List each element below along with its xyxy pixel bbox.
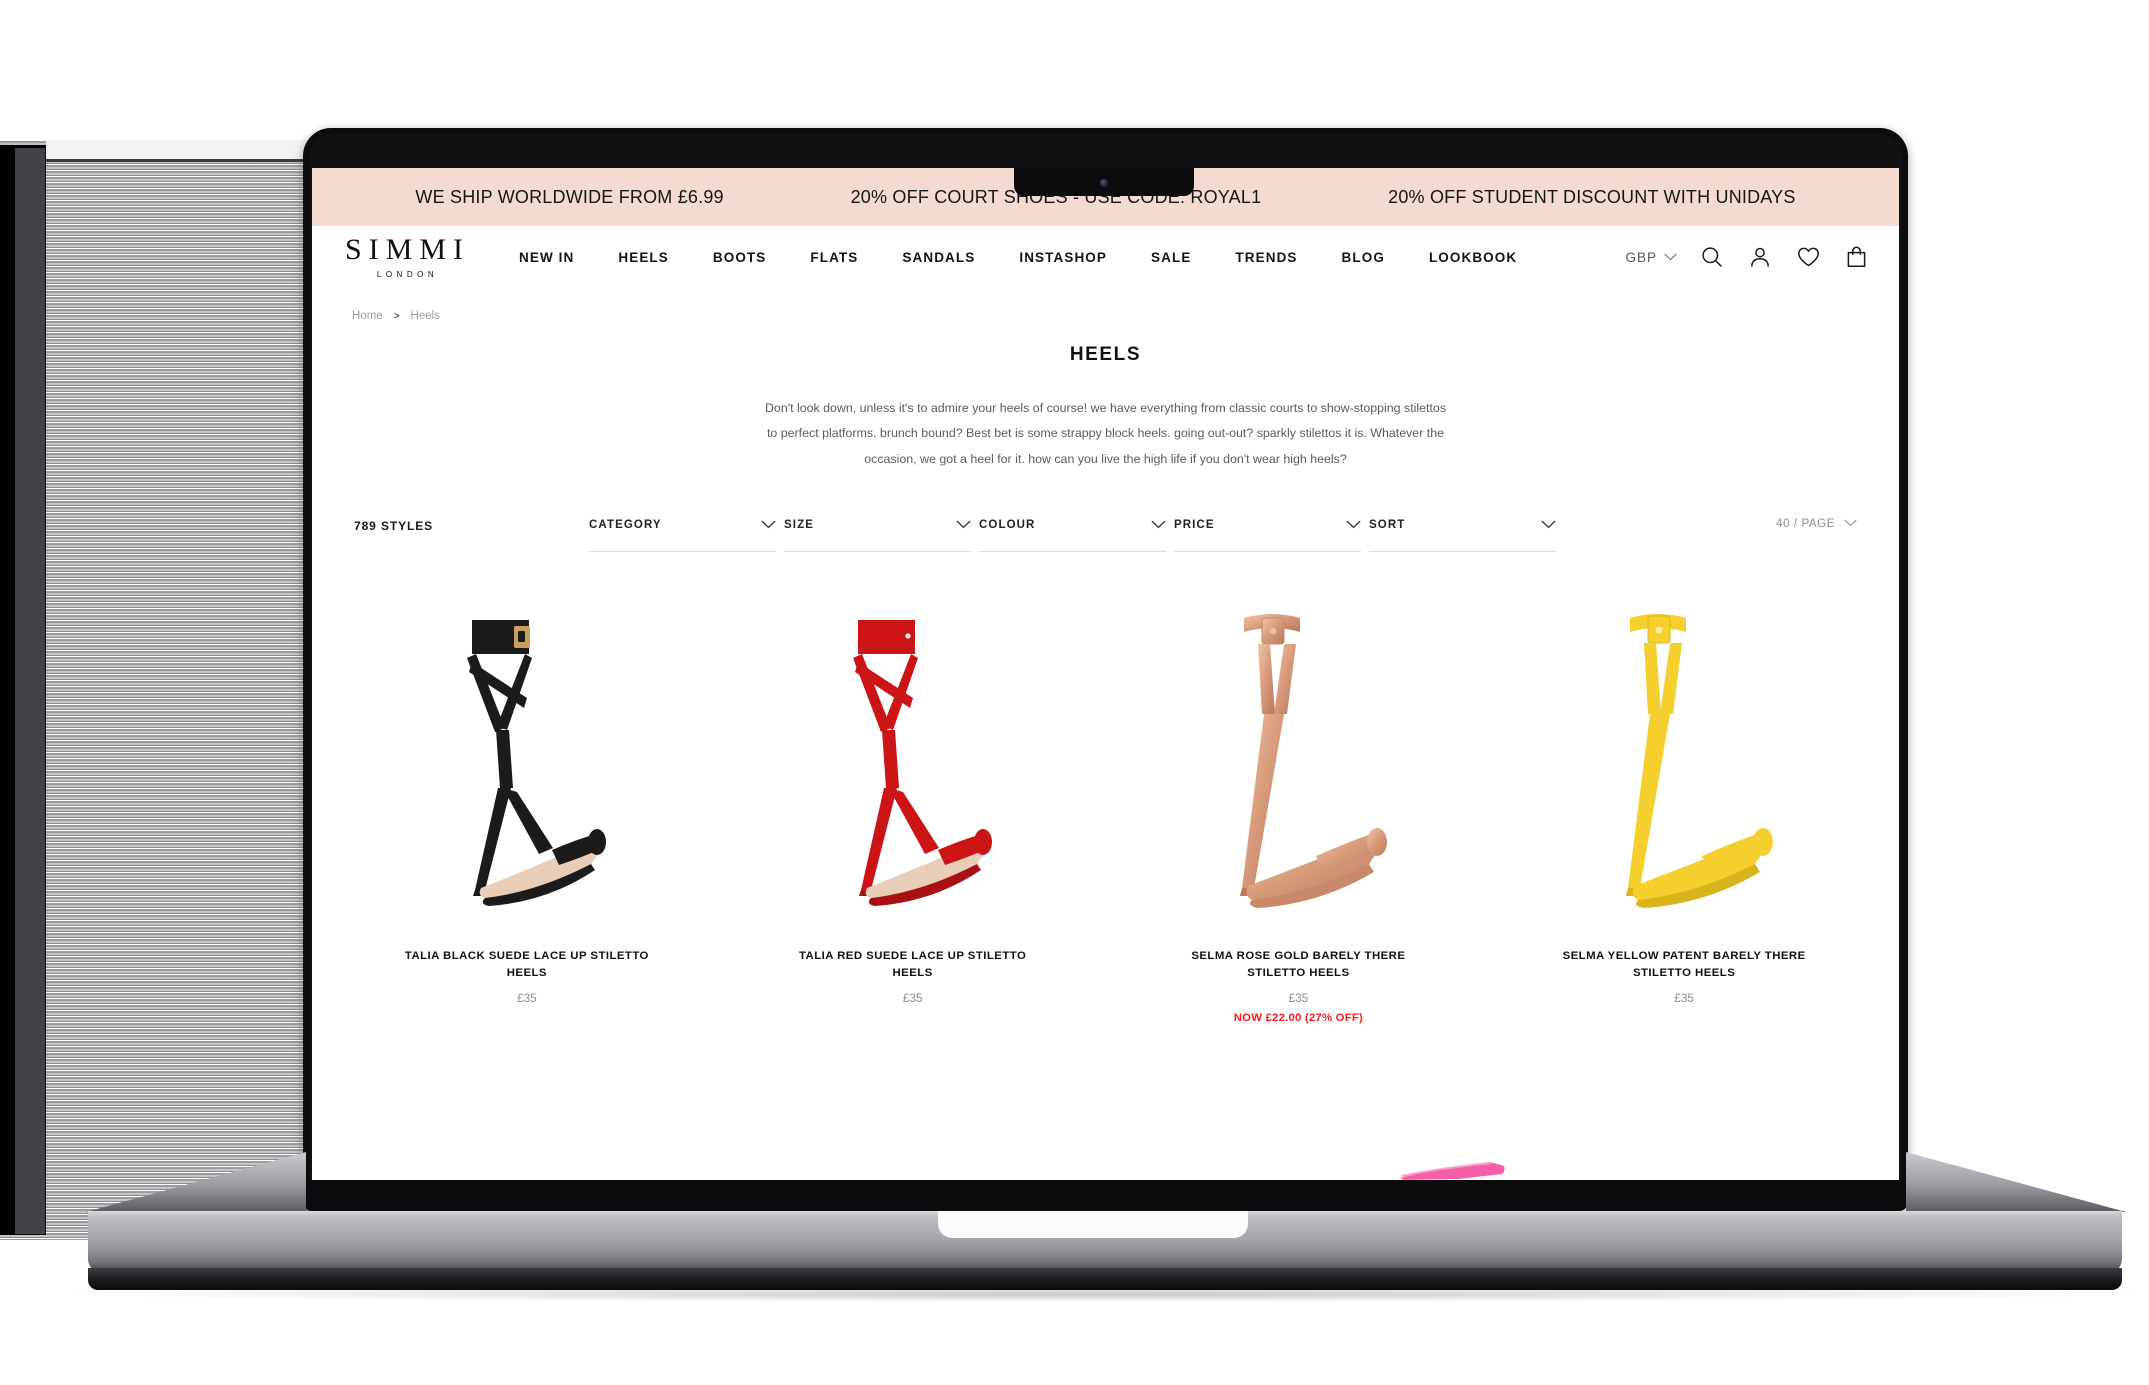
product-image[interactable] bbox=[720, 602, 1106, 932]
filter-colour[interactable]: COLOUR bbox=[979, 516, 1166, 553]
product-title: TALIA RED SUEDE LACE UP STILETTO HEELS bbox=[799, 950, 1027, 979]
product-image[interactable] bbox=[334, 602, 720, 932]
promo-message-student: 20% OFF STUDENT DISCOUNT WITH UNIDAYS bbox=[1388, 186, 1796, 207]
product-card[interactable]: TALIA RED SUEDE LACE UP STILETTO HEELS £… bbox=[720, 602, 1106, 1024]
page-title: HEELS bbox=[1069, 344, 1142, 365]
per-page-label: 40 / PAGE bbox=[1776, 518, 1835, 531]
product-card[interactable]: TALIA BLACK SUEDE LACE UP STILETTO HEELS… bbox=[334, 602, 720, 1024]
nav-item-heels[interactable]: HEELS bbox=[596, 250, 691, 265]
laptop-screen: WE SHIP WORLDWIDE FROM £6.99 20% OFF COU… bbox=[312, 168, 1899, 1180]
filter-sort-label: SORT bbox=[1369, 519, 1406, 532]
currency-selector[interactable]: GBP bbox=[1625, 248, 1677, 266]
simmi-logo[interactable]: SIMMI LONDON bbox=[340, 233, 475, 280]
nav-item-instashop[interactable]: INSTASHOP bbox=[997, 250, 1129, 265]
filter-price-label: PRICE bbox=[1174, 519, 1215, 532]
product-grid: TALIA BLACK SUEDE LACE UP STILETTO HEELS… bbox=[312, 602, 1899, 1024]
nav-item-blog[interactable]: BLOG bbox=[1320, 250, 1407, 265]
background-stripe-artifact bbox=[0, 140, 310, 1240]
nav-item-boots[interactable]: BOOTS bbox=[691, 250, 789, 265]
breadcrumb-home[interactable]: Home bbox=[352, 310, 383, 322]
laptop-lid-bottom-lip bbox=[303, 1180, 1908, 1211]
main-navigation-bar: SIMMI LONDON NEW IN HEELS BOOTS FLATS SA… bbox=[312, 226, 1899, 288]
webcam-icon bbox=[1100, 179, 1108, 187]
breadcrumb-separator-icon: > bbox=[393, 310, 400, 322]
filter-category-label: CATEGORY bbox=[589, 519, 662, 532]
styles-count: 789 STYLES bbox=[354, 519, 434, 534]
product-sale-price: NOW £22.00 (27% OFF) bbox=[1233, 1012, 1364, 1025]
filter-category[interactable]: CATEGORY bbox=[589, 516, 776, 553]
filter-dropdowns: CATEGORY SIZE COLOUR PRICE SORT bbox=[589, 516, 1564, 553]
page-description: Don't look down, unless it's to admire y… bbox=[764, 401, 1447, 466]
screenshot-stage: WE SHIP WORLDWIDE FROM £6.99 20% OFF COU… bbox=[0, 0, 2149, 1385]
promo-message-shipping: WE SHIP WORLDWIDE FROM £6.99 bbox=[415, 186, 724, 207]
filter-size-label: SIZE bbox=[784, 519, 814, 532]
nav-links: NEW IN HEELS BOOTS FLATS SANDALS INSTASH… bbox=[497, 250, 1539, 265]
nav-item-sale[interactable]: SALE bbox=[1129, 250, 1213, 265]
shopping-bag-icon[interactable] bbox=[1843, 244, 1869, 270]
product-card[interactable]: SELMA YELLOW PATENT BARELY THERE STILETT… bbox=[1491, 602, 1877, 1024]
nav-item-flats[interactable]: FLATS bbox=[788, 250, 880, 265]
filter-bar: 789 STYLES CATEGORY SIZE COLOUR PRICE SO… bbox=[312, 516, 1899, 568]
wishlist-heart-icon[interactable] bbox=[1795, 244, 1821, 270]
nav-item-trends[interactable]: TRENDS bbox=[1213, 250, 1319, 265]
background-artifact-right-panel bbox=[1900, 120, 2149, 1150]
product-title: TALIA BLACK SUEDE LACE UP STILETTO HEELS bbox=[404, 950, 649, 979]
logo-subtitle: LONDON bbox=[376, 270, 439, 279]
header-actions: GBP bbox=[1625, 244, 1869, 270]
chevron-down-icon bbox=[1346, 516, 1361, 534]
filter-size[interactable]: SIZE bbox=[784, 516, 971, 553]
chevron-down-icon bbox=[1844, 518, 1857, 530]
laptop-trackpad-notch bbox=[938, 1211, 1248, 1238]
chevron-down-icon bbox=[956, 516, 971, 534]
filter-sort[interactable]: SORT bbox=[1369, 516, 1556, 553]
chevron-down-icon bbox=[1664, 248, 1677, 266]
background-artifact-gray-band bbox=[15, 148, 45, 1234]
chevron-down-icon bbox=[761, 516, 776, 534]
product-card[interactable]: SELMA ROSE GOLD BARELY THERE STILETTO HE… bbox=[1106, 602, 1492, 1024]
nav-item-sandals[interactable]: SANDALS bbox=[880, 250, 997, 265]
per-page-selector[interactable]: 40 / PAGE bbox=[1776, 516, 1857, 530]
breadcrumb: Home > Heels bbox=[312, 288, 1899, 322]
search-icon[interactable] bbox=[1699, 244, 1725, 270]
product-price: £35 bbox=[517, 991, 537, 1006]
product-title: SELMA ROSE GOLD BARELY THERE STILETTO HE… bbox=[1191, 950, 1406, 979]
product-price: £35 bbox=[1288, 991, 1309, 1006]
currency-label: GBP bbox=[1625, 249, 1657, 265]
product-price: £35 bbox=[1674, 991, 1694, 1006]
next-row-product-peek[interactable] bbox=[1398, 1160, 1510, 1180]
nav-item-lookbook[interactable]: LOOKBOOK bbox=[1407, 250, 1539, 265]
background-artifact-top-edge bbox=[46, 140, 310, 162]
product-price: £35 bbox=[902, 991, 923, 1006]
filter-colour-label: COLOUR bbox=[979, 519, 1036, 532]
laptop-hinge-right bbox=[1906, 1152, 2126, 1212]
breadcrumb-current: Heels bbox=[410, 310, 440, 322]
logo-wordmark: SIMMI bbox=[344, 233, 470, 266]
product-image[interactable] bbox=[1106, 602, 1492, 932]
product-image[interactable] bbox=[1491, 602, 1877, 932]
filter-price[interactable]: PRICE bbox=[1174, 516, 1361, 553]
laptop-camera-notch bbox=[1014, 168, 1194, 196]
laptop-drop-shadow bbox=[70, 1286, 2140, 1302]
account-icon[interactable] bbox=[1747, 244, 1773, 270]
nav-item-new-in[interactable]: NEW IN bbox=[497, 250, 596, 265]
product-title: SELMA YELLOW PATENT BARELY THERE STILETT… bbox=[1562, 950, 1806, 979]
chevron-down-icon bbox=[1151, 516, 1166, 534]
chevron-down-icon bbox=[1541, 516, 1556, 534]
